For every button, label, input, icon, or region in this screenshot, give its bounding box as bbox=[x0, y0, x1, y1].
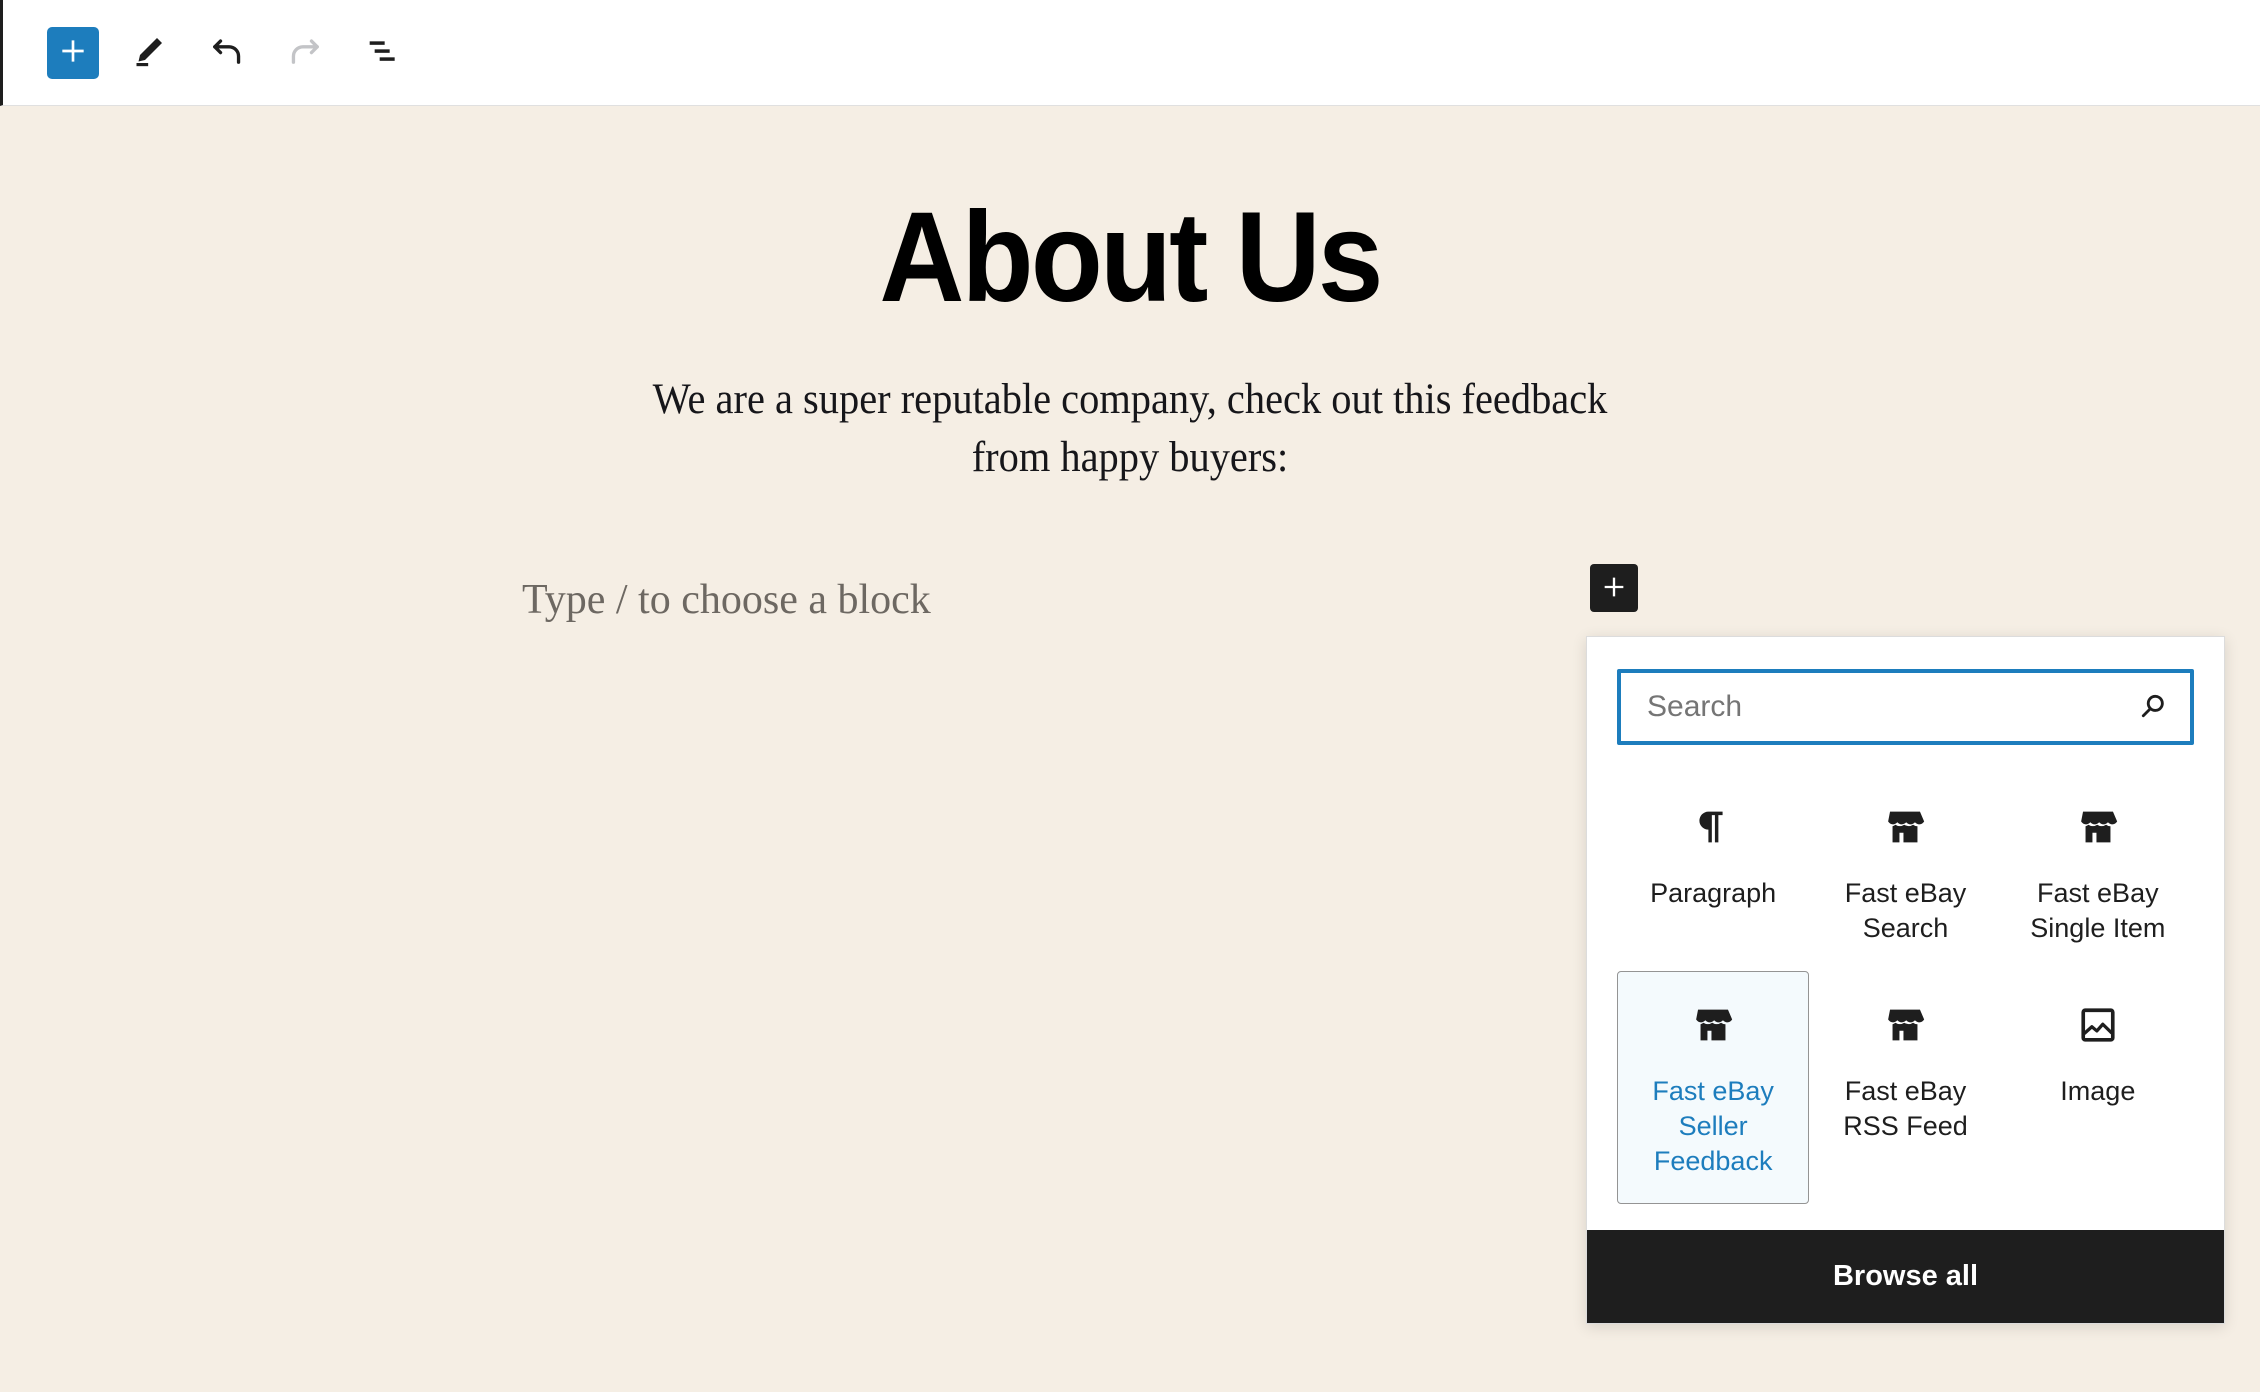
block-item-fast-ebay-single-item[interactable]: Fast eBay Single Item bbox=[2002, 773, 2194, 971]
block-item-paragraph[interactable]: Paragraph bbox=[1617, 773, 1809, 971]
tools-button[interactable] bbox=[121, 25, 177, 81]
block-item-fast-ebay-rss-feed[interactable]: Fast eBay RSS Feed bbox=[1809, 971, 2001, 1204]
search-row bbox=[1617, 669, 2194, 745]
storefront-icon bbox=[2075, 800, 2121, 854]
browse-all-button[interactable]: Browse all bbox=[1587, 1230, 2224, 1324]
editor-toolbar bbox=[0, 0, 2260, 106]
block-item-fast-ebay-seller-feedback[interactable]: Fast eBay Seller Feedback bbox=[1617, 971, 1810, 1205]
storefront-icon bbox=[1690, 998, 1736, 1052]
block-item-fast-ebay-search[interactable]: Fast eBay Search bbox=[1809, 773, 2001, 971]
undo-button[interactable] bbox=[199, 25, 255, 81]
block-type-grid: Paragraph Fast eBay Search Fast eBay Sin… bbox=[1617, 773, 2194, 1205]
image-icon bbox=[2075, 998, 2121, 1052]
pencil-icon bbox=[129, 31, 169, 74]
block-item-label: Fast eBay RSS Feed bbox=[1843, 1076, 1968, 1142]
page-title[interactable]: About Us bbox=[90, 106, 2169, 325]
empty-block-placeholder[interactable]: Type / to choose a block bbox=[522, 576, 931, 624]
redo-arrow-icon bbox=[284, 30, 326, 75]
storefront-icon bbox=[1882, 998, 1928, 1052]
redo-button[interactable] bbox=[277, 25, 333, 81]
block-item-label: Image bbox=[2060, 1076, 2136, 1107]
list-view-icon bbox=[363, 31, 403, 74]
block-item-label: Paragraph bbox=[1650, 878, 1777, 908]
plus-icon bbox=[57, 35, 89, 70]
plus-icon bbox=[1600, 573, 1628, 604]
intro-paragraph[interactable]: We are a super reputable company, check … bbox=[632, 325, 1628, 487]
search-input[interactable] bbox=[1617, 669, 2194, 745]
inline-inserter-toggle-button[interactable] bbox=[1590, 564, 1638, 612]
block-item-label: Fast eBay Search bbox=[1844, 878, 1967, 944]
inserter-body: Paragraph Fast eBay Search bbox=[1587, 637, 2224, 1230]
paragraph-icon bbox=[1690, 800, 1736, 854]
block-item-label: Fast eBay Single Item bbox=[2030, 878, 2166, 944]
block-item-image[interactable]: Image bbox=[2002, 971, 2194, 1204]
list-view-button[interactable] bbox=[355, 25, 411, 81]
storefront-icon bbox=[1882, 800, 1928, 854]
undo-arrow-icon bbox=[206, 30, 248, 75]
block-item-label: Fast eBay Seller Feedback bbox=[1652, 1076, 1774, 1177]
add-block-button[interactable] bbox=[47, 26, 99, 79]
block-inserter-popover: Paragraph Fast eBay Search bbox=[1586, 636, 2225, 1325]
